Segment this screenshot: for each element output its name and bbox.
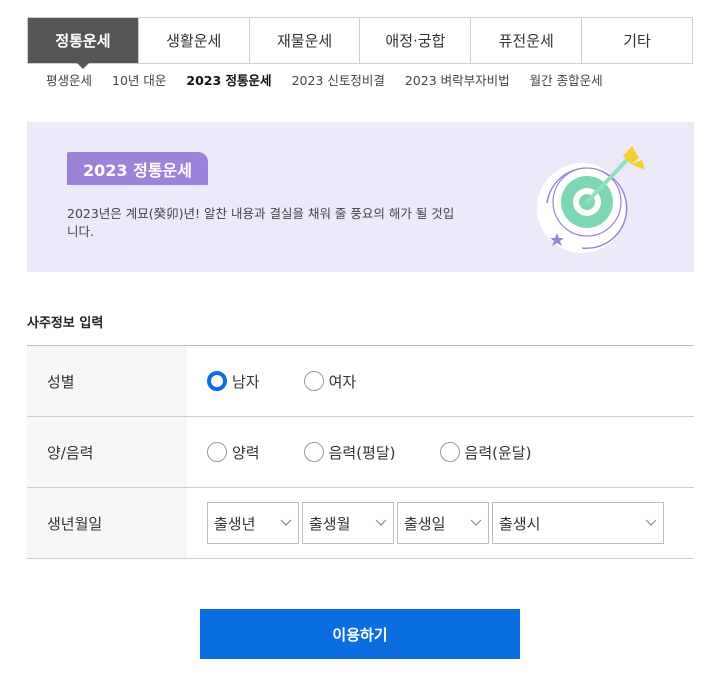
tab-wealth-fortune[interactable]: 재물운세 <box>248 18 360 63</box>
category-tabs: 정통운세 생활운세 재물운세 애정·궁합 퓨전운세 기타 <box>27 17 693 69</box>
subnav-monthly-fortune[interactable]: 월간 종합운세 <box>530 70 603 89</box>
radio-unchecked-icon <box>207 442 227 462</box>
banner-description: 2023년은 계묘(癸卯)년! 알찬 내용과 결실을 채워 줄 풍요의 해가 될… <box>67 206 455 239</box>
target-dart-icon <box>527 138 657 258</box>
tab-love-compatibility[interactable]: 애정·궁합 <box>359 18 471 63</box>
tab-fusion-fortune[interactable]: 퓨전운세 <box>470 18 582 63</box>
birth-label: 생년월일 <box>27 488 187 558</box>
calendar-row: 양/음력 양력 음력(평달) 음력(윤달) <box>27 417 694 488</box>
gender-label: 성별 <box>27 346 187 416</box>
subnav-2023-traditional[interactable]: 2023 정통운세 <box>186 70 271 89</box>
banner-title: 2023 정통운세 <box>67 152 208 185</box>
birth-year-select[interactable]: 출생년 <box>207 502 299 544</box>
sub-navigation: 평생운세 10년 대운 2023 정통운세 2023 신토정비결 2023 벼락… <box>46 70 603 89</box>
birth-row: 생년월일 출생년 출생월 출생일 출생시 <box>27 488 694 559</box>
gender-female-radio[interactable]: 여자 <box>303 371 357 392</box>
calendar-lunar-normal-label: 음력(평달) <box>328 443 396 462</box>
radio-checked-icon <box>207 371 227 391</box>
birth-day-value: 출생일 <box>404 514 446 533</box>
birth-hour-select[interactable]: 출생시 <box>492 502 664 544</box>
birth-month-select[interactable]: 출생월 <box>302 502 394 544</box>
tab-life-fortune[interactable]: 생활운세 <box>137 18 249 63</box>
birth-hour-value: 출생시 <box>499 514 541 533</box>
fortune-banner: 2023 정통운세 2023년은 계묘(癸卯)년! 알찬 내용과 결실을 채워 … <box>27 122 694 272</box>
chevron-down-icon <box>280 517 292 529</box>
chevron-down-icon <box>470 517 482 529</box>
radio-unchecked-icon <box>303 442 324 462</box>
calendar-label: 양/음력 <box>27 417 187 487</box>
tab-traditional-fortune[interactable]: 정통운세 <box>28 18 138 69</box>
calendar-solar-label: 양력 <box>232 443 260 462</box>
tab-etc[interactable]: 기타 <box>581 18 692 63</box>
section-title: 사주정보 입력 <box>27 316 104 331</box>
calendar-lunar-normal-radio[interactable]: 음력(평달) <box>303 442 396 463</box>
chevron-down-icon <box>645 517 657 529</box>
gender-male-label: 남자 <box>232 372 260 391</box>
calendar-lunar-leap-radio[interactable]: 음력(윤달) <box>439 442 532 463</box>
calendar-solar-radio[interactable]: 양력 <box>207 442 260 463</box>
radio-unchecked-icon <box>439 442 460 462</box>
gender-female-label: 여자 <box>328 372 357 391</box>
saju-form: 성별 남자 여자 양/음력 양력 음력(평달) 음력(윤달) 생년월일 출생년 … <box>27 345 694 559</box>
birth-year-value: 출생년 <box>214 514 256 533</box>
submit-button[interactable]: 이용하기 <box>200 609 520 659</box>
calendar-lunar-leap-label: 음력(윤달) <box>464 443 532 462</box>
subnav-10year-fortune[interactable]: 10년 대운 <box>112 70 166 89</box>
radio-unchecked-icon <box>303 371 324 391</box>
birth-month-value: 출생월 <box>309 514 351 533</box>
birth-day-select[interactable]: 출생일 <box>397 502 489 544</box>
subnav-2023-tojeong[interactable]: 2023 신토정비결 <box>292 70 385 89</box>
chevron-down-icon <box>375 517 387 529</box>
gender-row: 성별 남자 여자 <box>27 346 694 417</box>
subnav-2023-rich[interactable]: 2023 벼락부자비법 <box>405 70 510 89</box>
subnav-lifetime-fortune[interactable]: 평생운세 <box>46 70 92 89</box>
gender-male-radio[interactable]: 남자 <box>207 371 260 392</box>
